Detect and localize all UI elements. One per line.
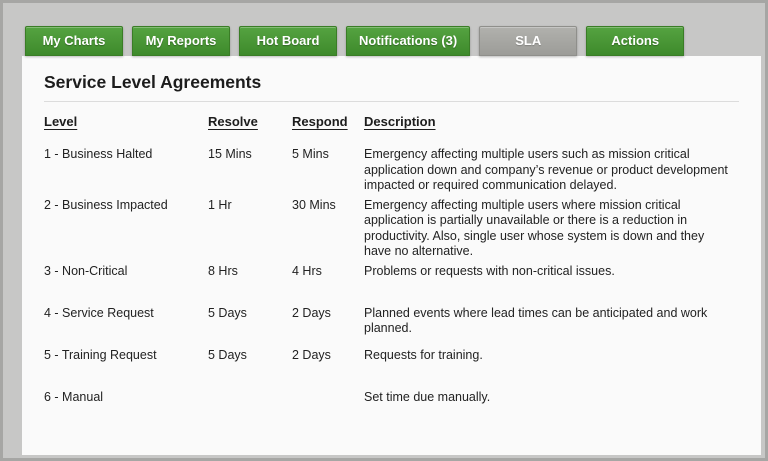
- respond-cell: 2 Days: [292, 305, 331, 320]
- app-window: My Charts My Reports Hot Board Notificat…: [0, 0, 768, 461]
- column-header-description: Description: [364, 114, 436, 129]
- table-row: 5 - Training Request 5 Days 2 Days Reque…: [44, 348, 739, 390]
- tab-actions[interactable]: Actions: [586, 26, 685, 56]
- level-cell: 3 - Non-Critical: [44, 263, 128, 278]
- respond-cell: 4 Hrs: [292, 263, 322, 278]
- resolve-cell: 5 Days: [208, 347, 247, 362]
- level-cell: 5 - Training Request: [44, 347, 157, 362]
- tab-bar: My Charts My Reports Hot Board Notificat…: [25, 26, 685, 56]
- description-cell: Emergency affecting multiple users where…: [364, 197, 705, 259]
- table-row: 6 - Manual Set time due manually.: [44, 390, 739, 432]
- tab-hot-board[interactable]: Hot Board: [239, 26, 337, 56]
- description-cell: Emergency affecting multiple users such …: [364, 147, 728, 192]
- sla-table: Level Resolve Respond Description 1 - Bu…: [44, 114, 739, 432]
- description-cell: Planned events where lead times can be a…: [364, 305, 708, 336]
- description-cell: Set time due manually.: [364, 389, 491, 404]
- resolve-cell: 5 Days: [208, 305, 247, 320]
- column-header-level: Level: [44, 114, 78, 129]
- table-row: 4 - Service Request 5 Days 2 Days Planne…: [44, 306, 739, 348]
- tab-my-charts[interactable]: My Charts: [25, 26, 123, 56]
- column-header-resolve: Resolve: [208, 114, 258, 129]
- column-header-respond: Respond: [292, 114, 348, 129]
- respond-cell: 30 Mins: [292, 197, 336, 212]
- level-cell: 4 - Service Request: [44, 305, 154, 320]
- level-cell: 1 - Business Halted: [44, 147, 153, 161]
- table-row: 3 - Non-Critical 8 Hrs 4 Hrs Problems or…: [44, 264, 739, 306]
- resolve-cell: 8 Hrs: [208, 263, 238, 278]
- tab-sla[interactable]: SLA: [479, 26, 578, 56]
- sla-panel: Service Level Agreements Level Resolve R…: [22, 56, 761, 455]
- tab-my-reports[interactable]: My Reports: [132, 26, 230, 56]
- resolve-cell: [208, 390, 292, 432]
- respond-cell: 5 Mins: [292, 147, 329, 161]
- table-row: 1 - Business Halted 15 Mins 5 Mins Emerg…: [44, 147, 739, 198]
- description-cell: Problems or requests with non-critical i…: [364, 263, 615, 278]
- title-divider: [44, 101, 739, 102]
- table-header-row: Level Resolve Respond Description: [44, 114, 739, 147]
- respond-cell: 2 Days: [292, 347, 331, 362]
- resolve-cell: 1 Hr: [208, 197, 232, 212]
- resolve-cell: 15 Mins: [208, 147, 252, 161]
- tab-notifications[interactable]: Notifications (3): [346, 26, 471, 56]
- table-row: 2 - Business Impacted 1 Hr 30 Mins Emerg…: [44, 198, 739, 264]
- level-cell: 2 - Business Impacted: [44, 197, 168, 212]
- description-cell: Requests for training.: [364, 347, 483, 362]
- level-cell: 6 - Manual: [44, 389, 104, 404]
- respond-cell: [292, 390, 364, 432]
- page-title: Service Level Agreements: [44, 72, 262, 92]
